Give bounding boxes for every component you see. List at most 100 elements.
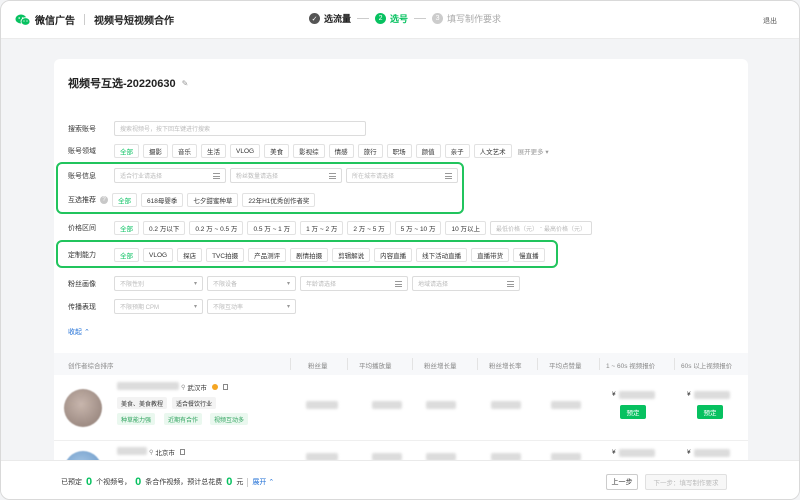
city-label: 武汉市 (187, 385, 207, 392)
interaction-select[interactable]: 不限互动率 ▾ (207, 299, 296, 314)
step-2: 2 选号 (375, 12, 408, 25)
fans-value (306, 401, 338, 409)
price-row: 价格区间 全部 0.2 万以下 0.2 万 ~ 0.5 万 0.5 万 ~ 1 … (68, 221, 593, 235)
price-chip[interactable]: 0.2 万以下 (143, 221, 186, 235)
currency-symbol: ¥ (612, 449, 616, 456)
brand-name: 微信广告 (35, 16, 75, 27)
domain-chip[interactable]: 影视综 (293, 144, 325, 158)
age-select[interactable]: 年龄请选择 (300, 276, 408, 291)
step-3-label: 填写制作要求 (447, 14, 502, 24)
expand-label: 展开 (252, 479, 267, 486)
selection-card: 视频号互选-20220630 ✎ 搜索账号 搜索视频号，按下回车键进行搜索 账号… (54, 59, 748, 499)
top-bar: 微信广告 视频号短视频合作 ✓ 选流量 2 选号 3 填写制作要求 退出 (1, 1, 799, 39)
domain-chip[interactable]: 情感 (328, 144, 354, 158)
column-divider (674, 358, 675, 370)
edit-icon[interactable]: ✎ (182, 79, 190, 88)
prev-step-button[interactable]: 上一步 (606, 474, 638, 490)
collapse-link[interactable]: 收起 ⌃ (68, 327, 90, 337)
domain-chip[interactable]: 摄影 (143, 144, 168, 158)
exit-link[interactable]: 退出 (763, 16, 777, 26)
price-chip[interactable]: 0.5 万 ~ 1 万 (247, 221, 297, 235)
chevron-up-icon: ⌃ (268, 479, 275, 486)
step-1: ✓ 选流量 (309, 12, 351, 25)
avg-like-value (551, 401, 581, 409)
domain-chip[interactable]: 旅行 (357, 144, 383, 158)
column-header[interactable]: 粉丝增长率 (489, 360, 522, 370)
brand-logo: 微信广告 视频号短视频合作 (15, 12, 174, 27)
total-cost: 0 (226, 476, 233, 488)
column-divider (537, 358, 538, 370)
step-2-label: 选号 (390, 14, 409, 24)
account-search-input[interactable]: 搜索视频号，按下回车键进行搜索 (114, 121, 366, 136)
highlight-box (56, 240, 558, 268)
expand-more-link[interactable]: 展开更多 ▾ (518, 146, 549, 156)
booked-accounts-count: 0 (86, 476, 93, 488)
domain-chip[interactable]: 音乐 (172, 144, 197, 158)
profile-card-icon (222, 384, 228, 390)
column-header[interactable]: 粉丝增长量 (424, 360, 457, 370)
cost-unit: 元 (236, 479, 244, 486)
region-select[interactable]: 地域请选择 (412, 276, 520, 291)
next-step-button[interactable]: 下一步：填写制作要求 (645, 474, 727, 490)
price-chip[interactable]: 1 万 ~ 2 万 (300, 221, 344, 235)
max-price-placeholder: 最高价格（元） (544, 226, 587, 233)
price-chip[interactable]: 10 万以上 (445, 221, 487, 235)
column-header[interactable]: 60s 以上视频报价 (681, 360, 732, 370)
price-short (619, 449, 655, 457)
price-chip[interactable]: 2 万 ~ 5 万 (347, 221, 391, 235)
domain-chip[interactable]: VLOG (230, 144, 261, 158)
column-header[interactable]: 平均点赞量 (549, 360, 582, 370)
domain-chip[interactable]: 人文艺术 (473, 144, 512, 158)
search-label: 搜索账号 (68, 125, 96, 133)
book-button[interactable]: 预定 (697, 405, 723, 419)
device-placeholder: 不限设备 (213, 282, 238, 288)
industry-tag: 适合餐饮行业 (172, 397, 217, 409)
book-button[interactable]: 预定 (620, 405, 646, 419)
feature-tag: 种草能力强 (117, 413, 156, 425)
domain-chip[interactable]: 生活 (201, 144, 226, 158)
age-placeholder: 年龄请选择 (306, 282, 337, 288)
domain-chip[interactable]: 职场 (386, 144, 412, 158)
fans-portrait-row: 粉丝画像 不限性别 ▾ 不限设备 ▾ 年龄请选择 地域请选择 (68, 276, 524, 291)
region-placeholder: 地域请选择 (418, 282, 449, 288)
step-3: 3 填写制作要求 (432, 12, 501, 25)
product-title: 视频号短视频合作 (94, 16, 174, 27)
expand-summary-link[interactable]: 展开 ⌃ (252, 477, 274, 487)
page-title: 视频号互选-20220630 ✎ (68, 75, 190, 91)
column-header[interactable]: 创作者综合排序 (68, 360, 114, 370)
location-pin-icon: ⚲ (149, 449, 154, 456)
profile-card-icon (179, 449, 185, 455)
currency-symbol: ¥ (687, 449, 691, 456)
column-header[interactable]: 平均播放量 (359, 360, 392, 370)
domain-chip[interactable]: 全部 (114, 144, 139, 158)
campaign-name: 视频号互选-20220630 (68, 78, 176, 90)
currency-symbol: ¥ (612, 391, 616, 398)
account-name (117, 447, 147, 455)
device-select[interactable]: 不限设备 ▾ (207, 276, 296, 291)
domain-chip[interactable]: 颜值 (415, 144, 441, 158)
chevron-down-icon: ▾ (286, 304, 290, 310)
price-chip[interactable]: 全部 (114, 221, 139, 235)
domain-chip[interactable]: 亲子 (444, 144, 470, 158)
currency-symbol: ¥ (687, 391, 691, 398)
gender-select[interactable]: 不限性别 ▾ (114, 276, 203, 291)
price-range-input[interactable]: 最低价格（元） - 最高价格（元） (490, 221, 593, 235)
table-row[interactable]: ⚲ 武汉市 美食、美食教程 适合餐饮行业 种草能力强 近期有合作 视频互动多 ¥… (54, 375, 748, 441)
price-chip[interactable]: 5 万 ~ 10 万 (394, 221, 442, 235)
step-2-number: 2 (375, 13, 387, 24)
step-indicator: ✓ 选流量 2 选号 3 填写制作要求 (309, 12, 501, 25)
search-row: 搜索账号 搜索视频号，按下回车键进行搜索 (68, 121, 366, 136)
list-icon (395, 280, 402, 287)
chevron-down-icon: ▾ (286, 281, 290, 287)
spread-row: 传播表现 不限预期 CPM ▾ 不限互动率 ▾ (68, 299, 300, 314)
category-tag: 美食、美食教程 (117, 397, 168, 409)
column-header[interactable]: 粉丝量 (308, 360, 328, 370)
column-header[interactable]: 1 ~ 60s 视频报价 (606, 360, 655, 370)
city-label: 北京市 (155, 450, 175, 457)
price-chip[interactable]: 0.2 万 ~ 0.5 万 (189, 221, 244, 235)
check-icon: ✓ (309, 13, 320, 24)
cpm-select[interactable]: 不限预期 CPM ▾ (114, 299, 203, 314)
verified-badge-icon (211, 384, 218, 390)
feature-tag: 近期有合作 (164, 413, 203, 425)
domain-chip[interactable]: 美食 (264, 144, 290, 158)
